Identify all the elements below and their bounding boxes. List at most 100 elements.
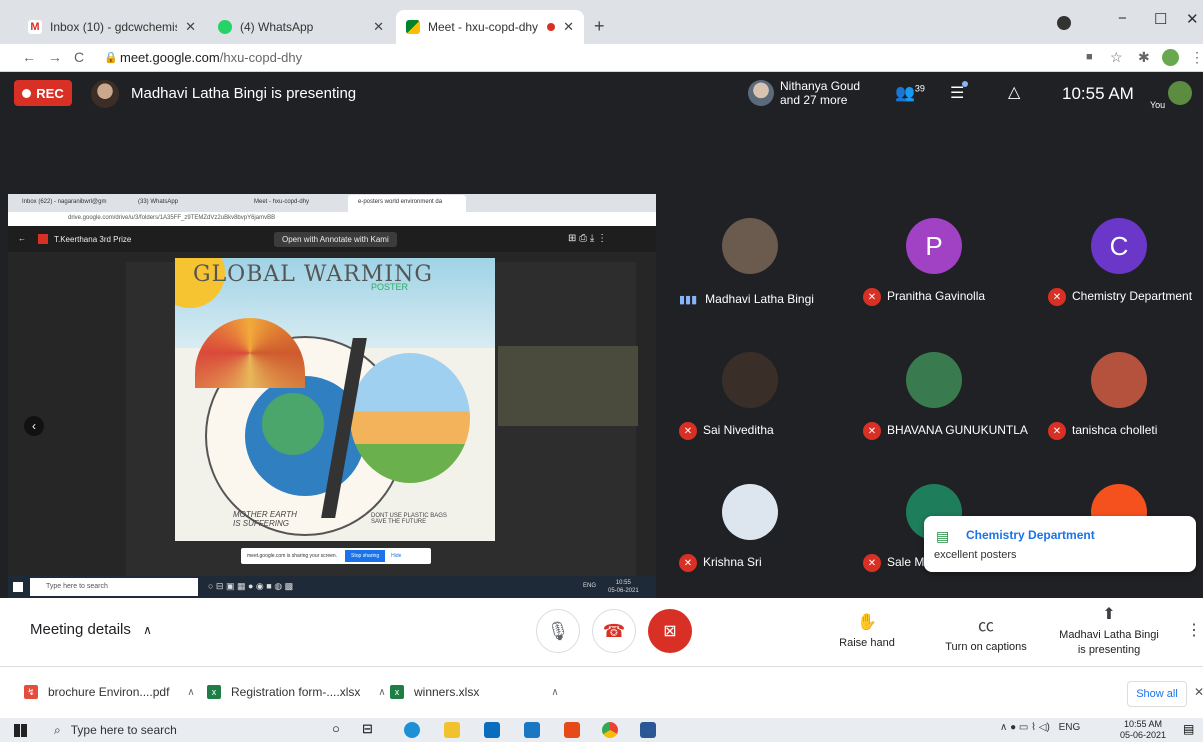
others-avatar — [748, 80, 774, 106]
cortana-icon[interactable]: ○ — [332, 721, 340, 736]
tray-icons[interactable]: ∧ ● ▭ ⌇ ◁) — [1000, 722, 1050, 733]
store-icon[interactable] — [524, 722, 540, 738]
word-icon[interactable] — [640, 722, 656, 738]
activities-button[interactable]: △ — [1008, 82, 1020, 102]
chat-icon: ☰ — [950, 85, 965, 102]
chat-message-icon: ▤ — [936, 528, 950, 544]
meeting-details-button[interactable]: Meeting details ∧ — [30, 621, 152, 638]
tab-whatsapp[interactable]: (4) WhatsApp ✕ — [208, 10, 394, 44]
present-now-button[interactable]: ⬆ Madhavi Latha Bingi is presenting — [1055, 604, 1163, 656]
chat-button[interactable]: ☰ — [950, 81, 968, 103]
notifications-icon[interactable]: ▤ — [1183, 722, 1194, 736]
mic-off-icon: ✕ — [679, 554, 697, 572]
participant-tile[interactable]: ✕ tanishca cholleti — [1028, 330, 1203, 458]
shared-start-icon — [13, 582, 23, 592]
prev-arrow-icon: ‹ — [24, 416, 44, 436]
poster-scene-circle — [350, 353, 470, 483]
url-field[interactable]: meet.google.com/hxu-copd-dhy — [120, 50, 302, 65]
participant-tile[interactable]: ✕ Sai Niveditha — [659, 330, 841, 458]
edge-icon[interactable] — [404, 722, 420, 738]
show-all-button[interactable]: Show all — [1127, 681, 1187, 707]
star-icon[interactable]: ☆ — [1110, 49, 1123, 66]
mail-icon[interactable] — [484, 722, 500, 738]
chevron-up-icon[interactable]: ∧ — [378, 687, 385, 698]
window-close-icon[interactable]: ✕ — [1186, 10, 1199, 28]
people-button[interactable]: 👥39 — [895, 83, 925, 103]
participant-tile[interactable]: P ✕ Pranitha Gavinolla — [843, 196, 1025, 324]
others-summary: Nithanya Goud and 27 more — [780, 79, 860, 107]
captions-button[interactable]: ㏄ Turn on captions — [940, 612, 1032, 653]
participant-tile[interactable]: ✕ Krishna Sri — [659, 462, 841, 590]
sharing-notice-bar: meet.google.com is sharing your screen. … — [241, 548, 431, 564]
leave-call-button[interactable]: ☎ — [592, 609, 636, 653]
mic-off-icon: ✕ — [863, 288, 881, 306]
camera-indicator-icon[interactable]: ■ — [1086, 51, 1093, 63]
chat-notification-dot — [962, 81, 968, 87]
microphone-button[interactable]: 🎙 — [536, 609, 580, 653]
download-filename: brochure Environ....pdf — [48, 685, 170, 699]
profile-avatar[interactable] — [1162, 49, 1179, 66]
captions-icon: ㏄ — [977, 618, 994, 635]
close-shelf-icon[interactable]: ✕ — [1194, 685, 1203, 699]
close-icon[interactable]: ✕ — [373, 19, 384, 35]
extensions-icon[interactable]: ✱ — [1138, 49, 1150, 66]
menu-icon[interactable]: ⋮ — [1190, 49, 1203, 66]
pdf-icon — [38, 234, 48, 244]
tab-meet[interactable]: Meet - hxu-copd-dhy ✕ — [396, 10, 584, 44]
close-icon[interactable]: ✕ — [563, 19, 574, 35]
new-tab-button[interactable]: + — [594, 16, 605, 37]
camera-button[interactable]: ⊠ — [648, 609, 692, 653]
tray-clock[interactable]: 10:55 AM 05-06-2021 — [1120, 719, 1166, 741]
taskbar-search[interactable]: ⌕ Type here to search — [46, 720, 316, 740]
chat-toast[interactable]: ▤ Chemistry Department excellent posters — [924, 516, 1196, 572]
participant-tile[interactable]: ▮▮▮ Madhavi Latha Bingi — [659, 196, 841, 324]
shared-tab-strip: Inbox (622) - nagaranibwrl@gm (33) Whats… — [8, 194, 656, 212]
windows-taskbar: ⌕ Type here to search ○ ⊟ ∧ ● ▭ ⌇ ◁) ENG… — [0, 718, 1203, 742]
shared-tool-icons: ⊞ ⎙ ⤓ ⋮ — [568, 233, 608, 244]
shared-tab: Inbox (622) - nagaranibwrl@gm — [22, 199, 107, 205]
file-explorer-icon[interactable] — [444, 722, 460, 738]
meeting-clock: 10:55 AM — [1062, 84, 1134, 103]
chevron-up-icon[interactable]: ∧ — [551, 687, 558, 698]
participant-avatar — [906, 352, 962, 408]
windows-start-icon[interactable] — [14, 724, 27, 737]
office-icon[interactable] — [564, 722, 580, 738]
task-view-icon[interactable]: ⊟ — [362, 721, 373, 737]
shared-tab-active: e-posters world environment da — [348, 195, 466, 212]
download-shelf: ↯ brochure Environ....pdf ∧ x Registrati… — [0, 666, 1203, 718]
shared-tray-date: 05-06-2021 — [608, 588, 639, 594]
self-avatar[interactable] — [1168, 81, 1192, 105]
shared-taskbar-search: Type here to search — [30, 578, 198, 596]
microphone-icon: 🎙 — [546, 620, 570, 641]
chevron-up-icon[interactable]: ∧ — [187, 687, 194, 698]
profile-icon[interactable] — [1057, 16, 1071, 30]
download-item-winners[interactable]: x winners.xlsx ∧ — [390, 685, 559, 699]
download-item-registration[interactable]: x Registration form-....xlsx ∧ — [207, 685, 386, 699]
more-options-icon[interactable]: ⋮ — [1186, 620, 1202, 640]
minimize-icon[interactable]: − — [1118, 10, 1127, 27]
people-icon: 👥 — [895, 85, 915, 102]
poster-caption-left: MOTHER EARTH IS SUFFERING — [233, 510, 297, 528]
close-icon[interactable]: ✕ — [185, 19, 196, 35]
tab-gmail[interactable]: M Inbox (10) - gdcwchemistrydeptl ✕ — [18, 10, 206, 44]
download-filename: Registration form-....xlsx — [231, 685, 361, 699]
back-icon[interactable]: ← — [22, 49, 36, 65]
participant-name-row: ✕ Sai Niveditha — [679, 422, 774, 440]
raise-hand-button[interactable]: ✋ Raise hand — [838, 612, 896, 649]
download-filename: winners.xlsx — [414, 685, 480, 699]
back-icon: ← — [18, 234, 26, 243]
participant-name: Chemistry Department — [1072, 289, 1193, 304]
tab-title: Inbox (10) - gdcwchemistrydeptl — [50, 20, 177, 34]
participant-tile[interactable]: C ✕ Chemistry Department — [1028, 196, 1203, 324]
toast-message: excellent posters — [934, 549, 1017, 561]
chrome-icon[interactable] — [602, 722, 618, 738]
participant-avatar: C — [1091, 218, 1147, 274]
forward-icon[interactable]: → — [48, 49, 62, 65]
tray-language[interactable]: ENG — [1059, 722, 1081, 733]
maximize-icon[interactable]: ☐ — [1154, 10, 1167, 28]
reload-icon[interactable]: C — [74, 49, 84, 65]
participant-tile[interactable]: ✕ BHAVANA GUNUKUNTLA — [843, 330, 1028, 458]
download-item-pdf[interactable]: ↯ brochure Environ....pdf ∧ — [24, 685, 195, 699]
hide-button: Hide — [391, 553, 402, 559]
chevron-up-icon: ∧ — [143, 623, 152, 637]
